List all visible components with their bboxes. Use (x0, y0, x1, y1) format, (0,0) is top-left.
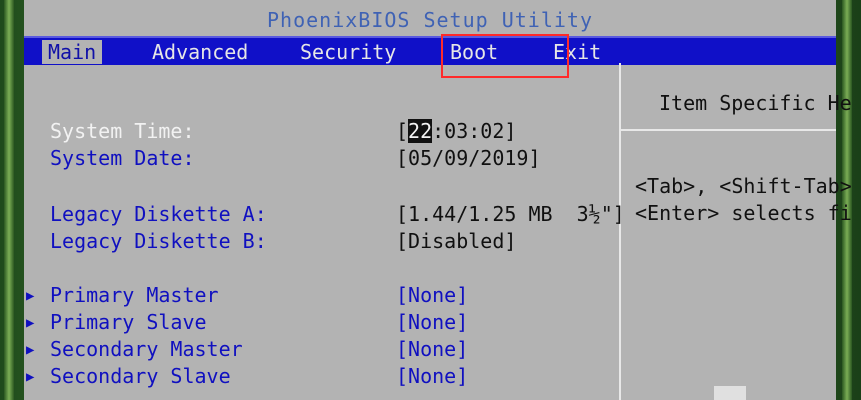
submenu-arrow-icon: ▶ (26, 369, 35, 385)
legacy-diskette-b-label: Legacy Diskette B: (50, 229, 267, 253)
menu-bar: Main Advanced Security Boot Exit (24, 36, 836, 65)
submenu-arrow-icon: ▶ (26, 315, 35, 331)
secondary-master-item[interactable]: Secondary Master (50, 337, 243, 361)
tab-advanced[interactable]: Advanced (146, 40, 254, 64)
bamboo-decoration (4, 0, 14, 400)
item-help-panel: Item Specific He <Tab>, <Shift-Tab> <Ent… (621, 63, 852, 400)
legacy-diskette-a-label: Legacy Diskette A: (50, 202, 267, 226)
submenu-arrow-icon: ▶ (26, 288, 35, 304)
legacy-diskette-b-field[interactable]: [Disabled] (396, 229, 516, 253)
system-time-label: System Time: (50, 119, 195, 143)
tab-security[interactable]: Security (294, 40, 402, 64)
tab-advanced-label: Advanced (152, 40, 249, 64)
legacy-diskette-a-field[interactable]: [1.44/1.25 MB 3½"] (396, 202, 625, 226)
window-title: PhoenixBIOS Setup Utility (266, 8, 594, 32)
tab-main-label: Main (48, 40, 97, 64)
primary-slave-item[interactable]: Primary Slave (50, 310, 207, 334)
primary-master-item[interactable]: Primary Master (50, 283, 219, 307)
help-line: <Enter> selects fi (635, 201, 852, 225)
system-date-label: System Date: (50, 146, 195, 170)
tab-main[interactable]: Main (42, 40, 103, 64)
corner-block (714, 386, 746, 400)
secondary-slave-value: [None] (396, 364, 469, 388)
secondary-slave-item[interactable]: Secondary Slave (50, 364, 231, 388)
submenu-arrow-icon: ▶ (26, 342, 35, 358)
title-bar: PhoenixBIOS Setup Utility (24, 0, 836, 36)
primary-master-value: [None] (396, 283, 469, 307)
bios-window: PhoenixBIOS Setup Utility Main Advanced … (24, 0, 852, 400)
main-settings-panel: System Time: [22:03:02] System Date: [05… (24, 63, 625, 400)
secondary-master-value: [None] (396, 337, 469, 361)
help-divider (621, 129, 836, 131)
hour-field[interactable]: 22 (408, 119, 433, 143)
bracket: [ (396, 119, 409, 143)
system-date-field[interactable]: [05/09/2019] (396, 146, 541, 170)
bamboo-decoration (842, 0, 852, 400)
tab-security-label: Security (300, 40, 397, 64)
time-rest: :03:02] (432, 119, 517, 143)
system-time-field[interactable]: [22:03:02] (396, 119, 516, 143)
help-title: Item Specific He (659, 91, 852, 115)
help-line: <Tab>, <Shift-Tab> (635, 174, 852, 198)
primary-slave-value: [None] (396, 310, 469, 334)
